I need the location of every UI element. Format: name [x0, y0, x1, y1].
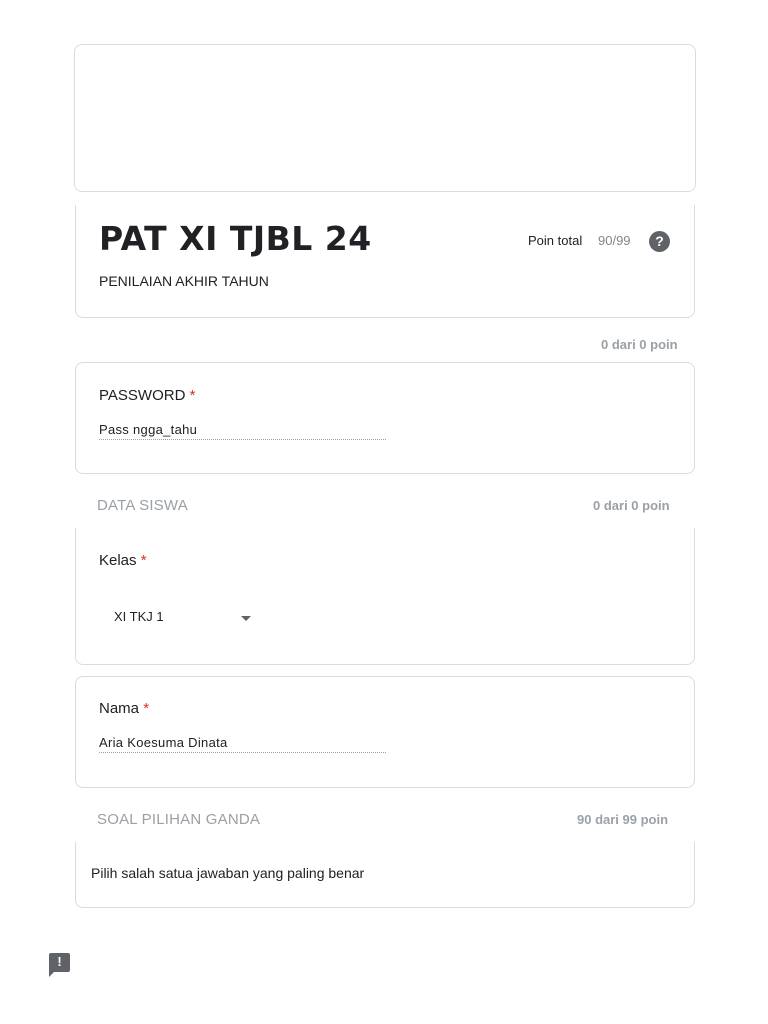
section-points-soal-pilihan-ganda: 90 dari 99 poin	[577, 812, 669, 827]
total-points-label: Poin total	[528, 233, 583, 248]
kelas-dropdown-value: XI TKJ 1	[114, 609, 164, 624]
section-title-soal-pilihan-ganda: SOAL PILIHAN GANDA	[97, 811, 261, 828]
form-header-banner	[74, 44, 696, 192]
required-asterisk: *	[140, 552, 147, 569]
report-feedback-icon[interactable]: !	[49, 953, 70, 977]
section-points-data-siswa: 0 dari 0 poin	[593, 498, 670, 513]
question-card-nama: Nama * Aria Koesuma Dinata	[75, 676, 695, 788]
question-title-kelas: Kelas *	[99, 552, 147, 569]
kelas-dropdown[interactable]: XI TKJ 1	[114, 606, 264, 630]
total-points-value: 90/99	[598, 233, 631, 248]
password-section-points: 0 dari 0 poin	[601, 337, 678, 352]
question-title-nama: Nama *	[99, 700, 150, 717]
question-card-password: PASSWORD * Pass ngga_tahu	[75, 362, 695, 474]
nama-answer-field[interactable]: Aria Koesuma Dinata	[99, 735, 386, 753]
question-title-password: PASSWORD *	[99, 387, 196, 404]
form-title: PAT XI TJBL 24	[99, 219, 372, 258]
section-description: Pilih salah satua jawaban yang paling be…	[91, 865, 365, 881]
question-card-kelas: Kelas * XI TKJ 1	[75, 528, 695, 665]
password-answer-field[interactable]: Pass ngga_tahu	[99, 422, 386, 440]
help-icon[interactable]: ?	[649, 231, 670, 252]
section-title-data-siswa: DATA SISWA	[97, 497, 188, 514]
form-header-card: PAT XI TJBL 24 PENILAIAN AKHIR TAHUN Poi…	[75, 205, 695, 318]
required-asterisk: *	[143, 700, 150, 717]
chevron-down-icon	[241, 616, 251, 621]
form-description: PENILAIAN AKHIR TAHUN	[99, 273, 269, 289]
section-card-soal-pilihan-ganda: Pilih salah satua jawaban yang paling be…	[75, 842, 695, 908]
required-asterisk: *	[189, 387, 196, 404]
